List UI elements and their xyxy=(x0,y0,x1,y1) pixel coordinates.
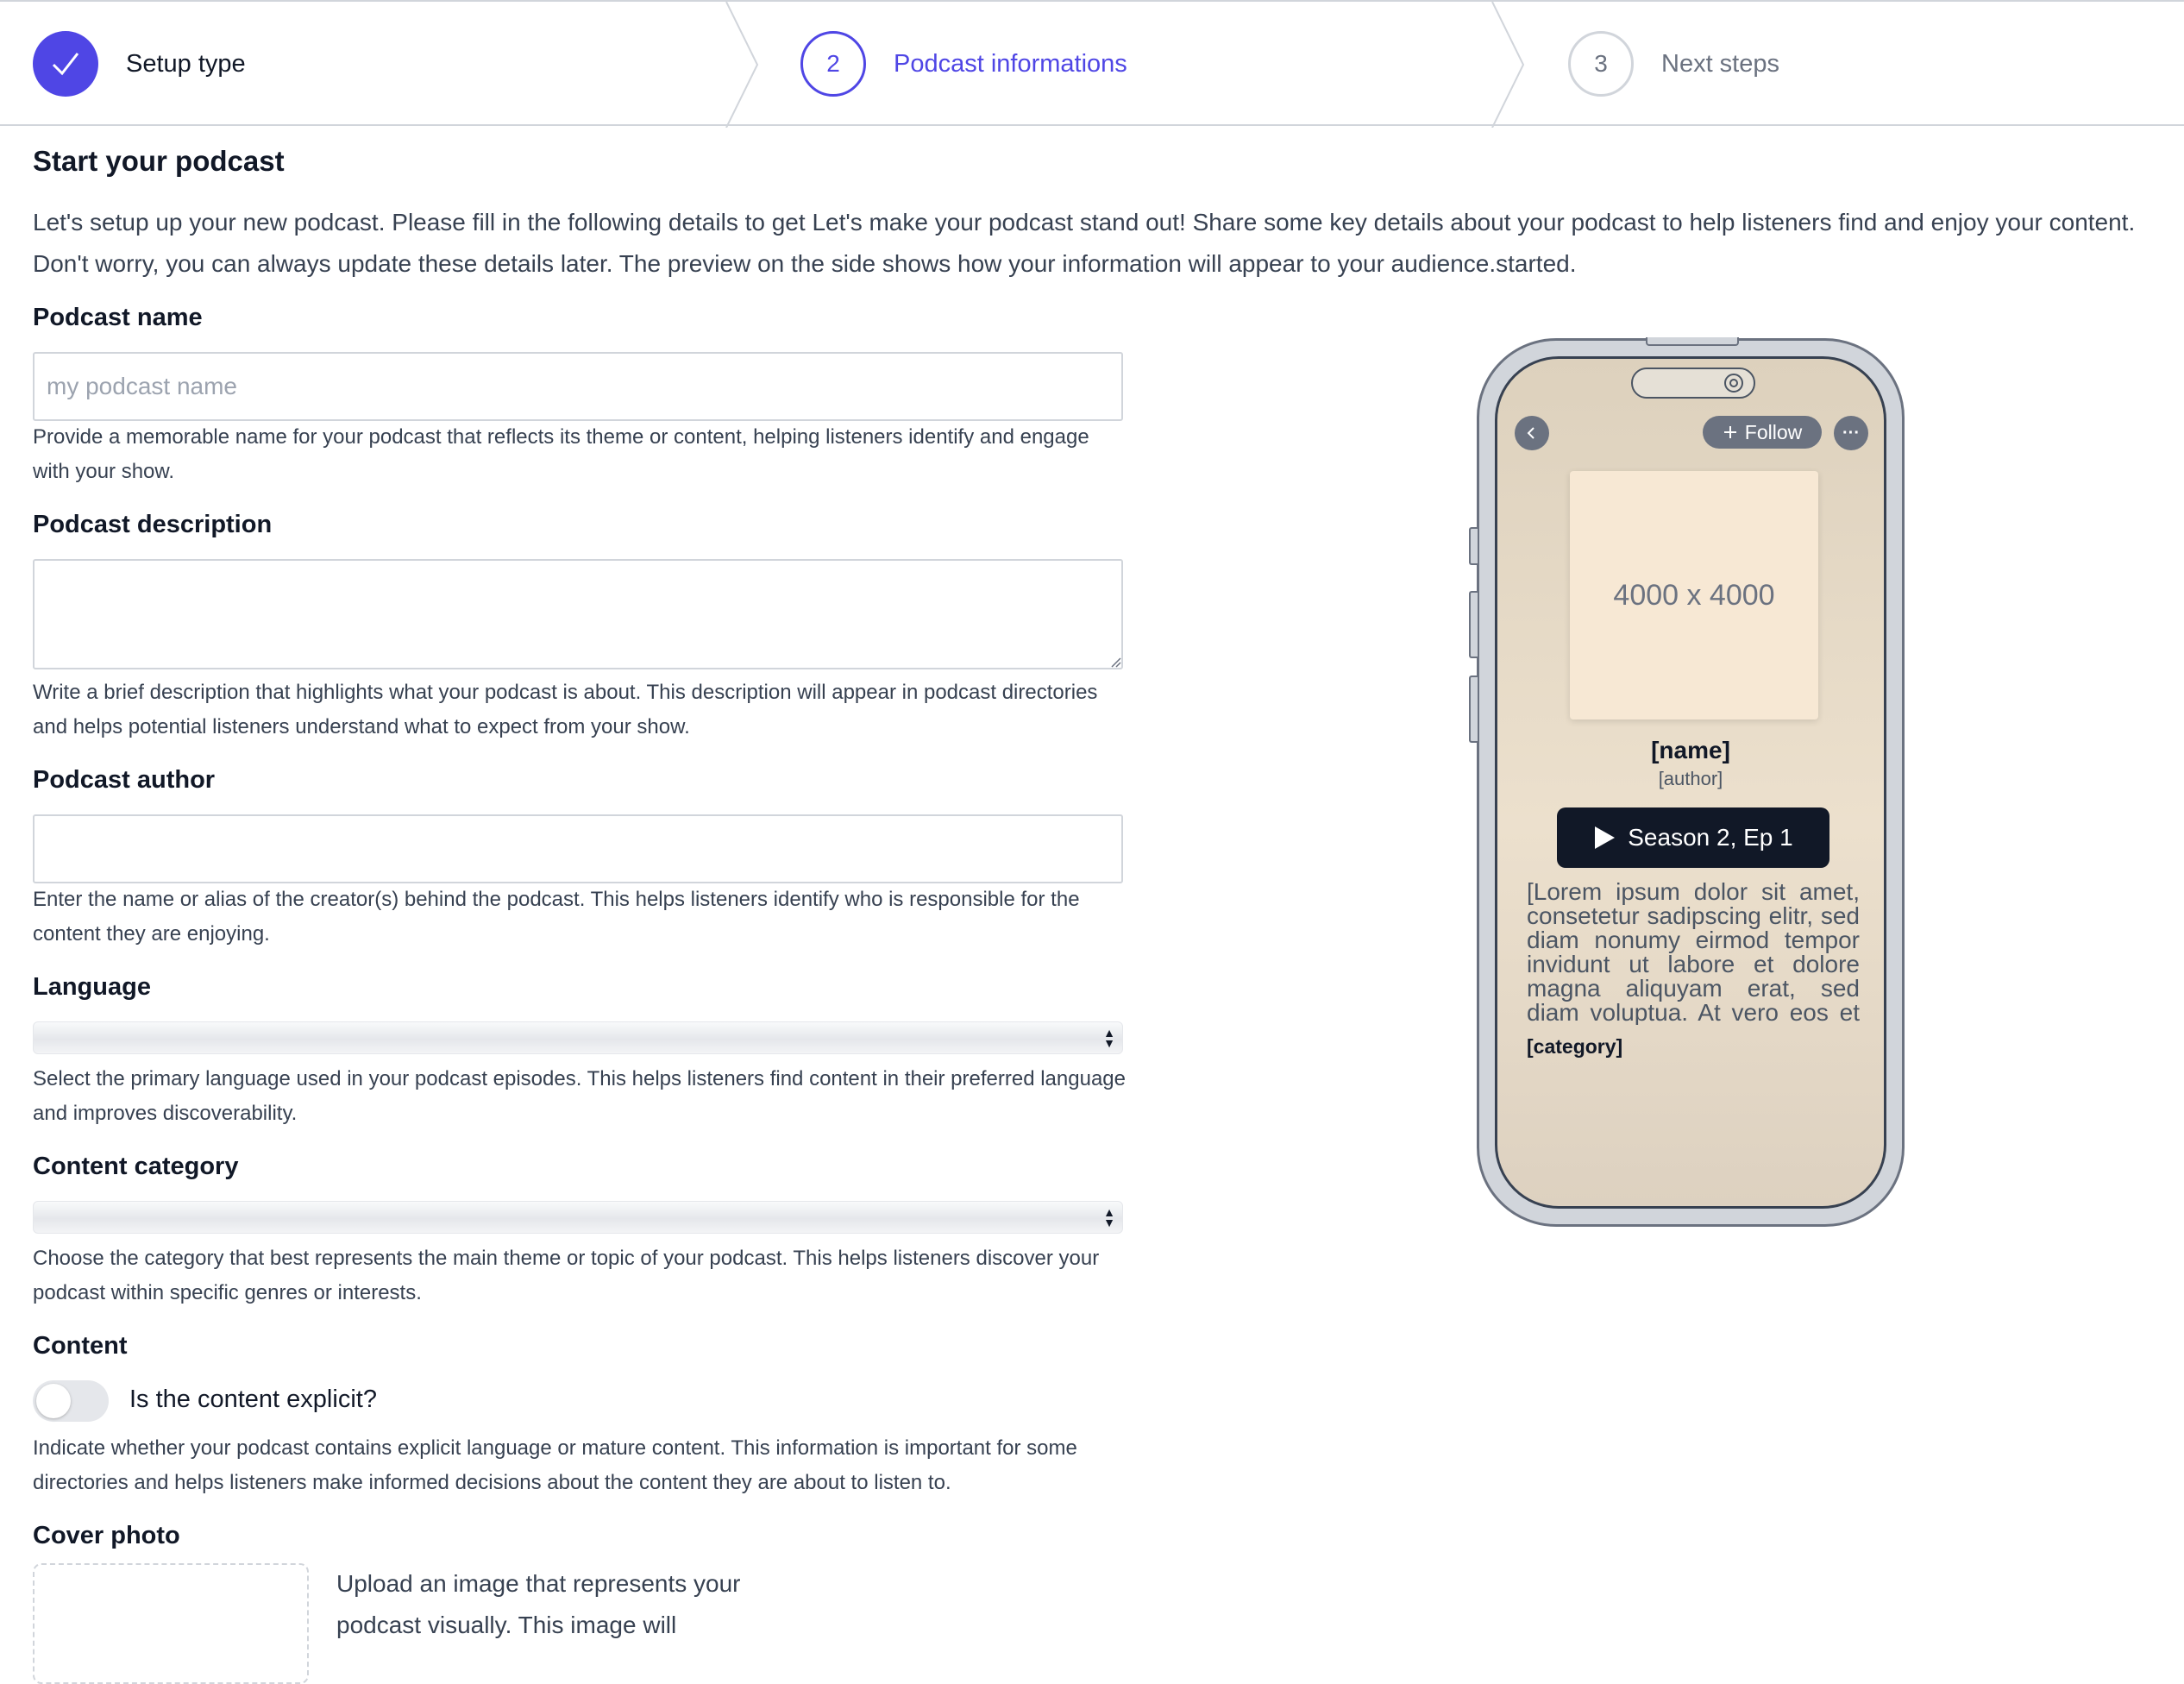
phone-mute-button xyxy=(1469,527,1478,565)
preview-description: [Lorem ipsum dolor sit amet, consetetur … xyxy=(1527,880,1860,1025)
phone-volume-up-button xyxy=(1469,591,1478,658)
back-button[interactable] xyxy=(1515,416,1549,450)
cover-art-size: 4000 x 4000 xyxy=(1613,578,1775,612)
content-category-help: Choose the category that best represents… xyxy=(33,1247,1100,1304)
cover-art-placeholder: 4000 x 4000 xyxy=(1570,471,1818,719)
plus-icon xyxy=(1723,426,1736,438)
phone-screen: Follow ··· 4000 x 4000 [name] [author] S… xyxy=(1495,356,1886,1209)
dynamic-island xyxy=(1631,368,1755,399)
step-number: 3 xyxy=(1568,31,1634,97)
explicit-content-toggle[interactable] xyxy=(33,1380,109,1422)
resize-grip-icon[interactable] xyxy=(1109,656,1121,668)
cover-photo-dropzone[interactable] xyxy=(33,1563,309,1684)
content-help: Indicate whether your podcast contains e… xyxy=(33,1436,1077,1494)
step-label: Setup type xyxy=(126,49,246,78)
podcast-author-label: Podcast author xyxy=(33,766,216,794)
podcast-author-input[interactable] xyxy=(33,814,1123,883)
content-label: Content xyxy=(33,1332,128,1360)
check-icon xyxy=(33,31,98,97)
step-setup-type[interactable]: Setup type xyxy=(33,2,246,126)
podcast-description-label: Podcast description xyxy=(33,511,273,538)
follow-button[interactable]: Follow xyxy=(1703,416,1822,449)
preview-category: [category] xyxy=(1527,1035,1623,1058)
intro-text: Let's setup up your new podcast. Please … xyxy=(33,202,2184,285)
podcast-name-help: Provide a memorable name for your podcas… xyxy=(33,425,1089,483)
podcast-name-input[interactable] xyxy=(33,352,1123,421)
follow-label: Follow xyxy=(1744,420,1803,443)
step-number: 2 xyxy=(800,31,866,97)
podcast-description-help: Write a brief description that highlight… xyxy=(33,681,1098,738)
explicit-content-toggle-label[interactable]: Is the content explicit? xyxy=(129,1386,377,1414)
intro-line-1: Let's setup up your new podcast. Please … xyxy=(33,209,2136,236)
phone-top-notch xyxy=(1646,337,1739,346)
select-arrows-icon: ▲ ▼ xyxy=(1103,1026,1115,1050)
language-label: Language xyxy=(33,973,151,1001)
cover-photo-label: Cover photo xyxy=(33,1522,180,1549)
step-podcast-informations[interactable]: 2 Podcast informations xyxy=(800,2,1127,126)
step-separator-arrow xyxy=(725,2,759,128)
camera-icon xyxy=(1724,374,1743,393)
preview-podcast-author: [author] xyxy=(1658,768,1723,789)
select-arrows-icon: ▲ ▼ xyxy=(1103,1205,1115,1229)
step-label: Podcast informations xyxy=(894,49,1127,78)
play-label: Season 2, Ep 1 xyxy=(1628,824,1793,851)
language-help: Select the primary language used in your… xyxy=(33,1067,1126,1125)
step-label: Next steps xyxy=(1661,49,1779,78)
page-title: Start your podcast xyxy=(33,145,285,177)
podcast-author-help: Enter the name or alias of the creator(s… xyxy=(33,888,1080,946)
language-select[interactable]: ▲ ▼ xyxy=(33,1021,1123,1054)
phone-preview: Follow ··· 4000 x 4000 [name] [author] S… xyxy=(1469,337,1905,1227)
toggle-knob xyxy=(36,1384,71,1418)
content-category-select[interactable]: ▲ ▼ xyxy=(33,1201,1123,1234)
phone-volume-down-button xyxy=(1469,675,1478,743)
content-category-label: Content category xyxy=(33,1153,239,1180)
more-icon: ··· xyxy=(1842,423,1860,443)
play-episode-button[interactable]: Season 2, Ep 1 xyxy=(1557,807,1829,868)
more-button[interactable]: ··· xyxy=(1834,416,1868,450)
step-separator-arrow xyxy=(1491,2,1525,128)
preview-podcast-name: [name] xyxy=(1651,737,1730,763)
step-next-steps[interactable]: 3 Next steps xyxy=(1568,2,1779,126)
progress-stepper: Setup type 2 Podcast informations 3 Next… xyxy=(0,0,2184,128)
podcast-description-wrapper xyxy=(33,559,1123,669)
podcast-description-textarea[interactable] xyxy=(33,559,1123,669)
cover-photo-help: Upload an image that represents your pod… xyxy=(336,1570,741,1638)
podcast-name-label: Podcast name xyxy=(33,304,203,331)
play-icon xyxy=(1595,826,1616,849)
intro-line-2: Don't worry, you can always update these… xyxy=(33,250,1577,277)
chevron-left-icon xyxy=(1527,427,1534,439)
